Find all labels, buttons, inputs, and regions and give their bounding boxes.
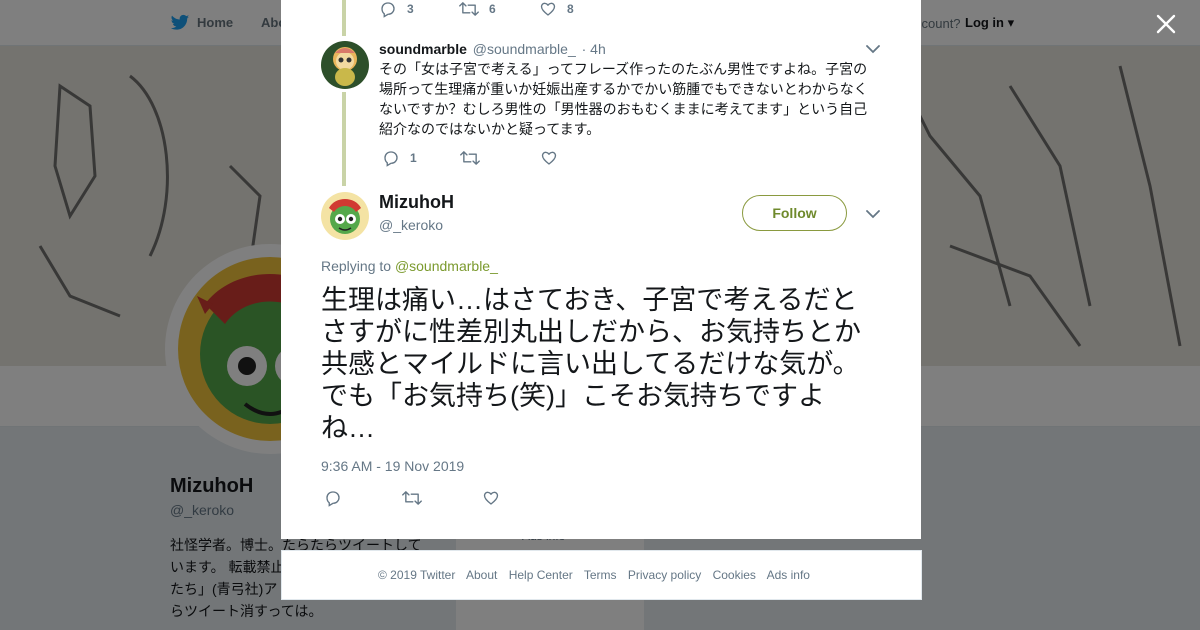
- thread-line: [342, 0, 346, 36]
- reply-author-name: soundmarble: [379, 41, 467, 57]
- like-count: 8: [567, 2, 574, 16]
- retweet-count: 6: [489, 2, 496, 16]
- footer-help[interactable]: Help Center: [509, 568, 573, 582]
- retweet-icon: [460, 151, 480, 165]
- replying-to-link[interactable]: @soundmarble_: [395, 258, 498, 274]
- reply-tweet-text: その「女は子宮で考える」ってフレーズ作ったのたぶん男性ですよね。子宮の 場所って…: [379, 59, 879, 139]
- main-text-line: 共感とマイルドに言い出してるだけな気が。: [321, 349, 860, 379]
- reply-count: 3: [407, 2, 414, 16]
- tweet-modal: 3 6 8 soundmarble @soundmarble_ · 4h その「…: [281, 0, 921, 539]
- modal-footer: © 2019 Twitter About Help Center Terms P…: [281, 550, 922, 600]
- footer-links: © 2019 Twitter About Help Center Terms P…: [378, 568, 818, 582]
- reply-text-line: 紹介なのではないかと疑ってます。: [379, 121, 601, 137]
- reply-count: 1: [410, 151, 417, 165]
- retweet-button[interactable]: [460, 149, 480, 167]
- reply-icon: [384, 151, 398, 167]
- tweet-timestamp[interactable]: 9:36 AM - 19 Nov 2019: [321, 458, 464, 474]
- footer-ads[interactable]: Ads info: [767, 568, 810, 582]
- footer-copyright: © 2019 Twitter: [378, 568, 456, 582]
- footer-about[interactable]: About: [466, 568, 497, 582]
- replying-to: Replying to @soundmarble_: [321, 258, 498, 274]
- follow-button[interactable]: Follow: [742, 195, 847, 231]
- chevron-down-icon[interactable]: [866, 44, 880, 54]
- replying-to-prefix: Replying to: [321, 258, 395, 274]
- retweet-button[interactable]: [402, 489, 422, 507]
- main-text-line: ね…: [321, 413, 375, 443]
- footer-terms[interactable]: Terms: [584, 568, 617, 582]
- reply-author-avatar[interactable]: [321, 41, 369, 89]
- like-icon: [483, 491, 499, 505]
- reply-icon: [326, 491, 340, 507]
- reply-text-line: その「女は子宮で考える」ってフレーズ作ったのたぶん男性ですよね。子宮の: [379, 61, 868, 77]
- reply-text-line: 場所って生理痛が重いか妊娠出産するかでかい筋腫でもできないとわからなく: [379, 81, 868, 97]
- like-button[interactable]: [540, 149, 558, 167]
- footer-privacy[interactable]: Privacy policy: [628, 568, 701, 582]
- thread-line: [342, 92, 346, 186]
- like-icon: [540, 2, 556, 16]
- like-icon: [541, 151, 557, 165]
- like-button[interactable]: [482, 489, 500, 507]
- retweet-button[interactable]: 6: [459, 0, 496, 18]
- retweet-icon: [402, 491, 422, 505]
- reply-button[interactable]: 3: [379, 0, 414, 18]
- reply-text-line: ないですか？むしろ男性の「男性器のおもむくままに考えてます」という自己: [379, 101, 868, 117]
- footer-cookies[interactable]: Cookies: [713, 568, 756, 582]
- reply-button[interactable]: [324, 489, 342, 507]
- reply-button[interactable]: 1: [382, 149, 417, 167]
- main-text-line: さすがに性差別丸出しだから、お気持ちとか: [321, 317, 861, 347]
- reply-icon: [381, 2, 395, 18]
- retweet-icon: [459, 2, 479, 16]
- main-author-name[interactable]: MizuhoH: [379, 192, 454, 213]
- reply-author[interactable]: soundmarble @soundmarble_ · 4h: [379, 41, 606, 57]
- main-text-line: 生理は痛い…はさておき、子宮で考えるだと: [321, 285, 858, 315]
- main-author-avatar[interactable]: [321, 192, 369, 240]
- reply-time[interactable]: · 4h: [582, 41, 606, 57]
- main-text-line: でも「お気持ち(笑)」こそお気持ちですよ: [321, 381, 825, 411]
- like-button[interactable]: 8: [539, 0, 574, 18]
- main-tweet-text: 生理は痛い…はさておき、子宮で考えるだと さすがに性差別丸出しだから、お気持ちと…: [321, 284, 891, 444]
- main-author-handle[interactable]: @_keroko: [379, 217, 443, 233]
- close-icon[interactable]: [1155, 13, 1177, 35]
- chevron-down-icon[interactable]: [866, 209, 880, 219]
- reply-author-handle: @soundmarble_: [472, 41, 576, 57]
